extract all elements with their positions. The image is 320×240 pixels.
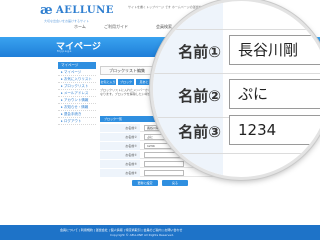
nav-item-home[interactable]: ホーム xyxy=(74,24,86,30)
sidebar-item-email[interactable]: メールアドレス xyxy=(58,90,96,97)
nav-item-guide[interactable]: ご利用ガイド xyxy=(104,24,128,30)
sidebar-item-logout[interactable]: ログアウト xyxy=(58,118,96,125)
form-label: お名前① xyxy=(100,124,140,132)
magnifier-label: 名前③ xyxy=(178,123,221,141)
sidebar-heading: マイページ xyxy=(58,62,96,69)
back-button[interactable]: 戻る xyxy=(162,180,188,186)
sidebar-item-account[interactable]: アカウント情報 xyxy=(58,97,96,104)
form-label: お名前⑥ xyxy=(100,169,140,177)
page-subtitle: Mypage xyxy=(57,49,72,53)
form-label: お名前⑤ xyxy=(100,160,140,168)
form-label: お名前② xyxy=(100,133,140,141)
magnifier-row-divider xyxy=(153,153,320,154)
form-label: お名前④ xyxy=(100,151,140,159)
magnifier-label: 名前② xyxy=(178,87,221,105)
magnifier-lens: 名前① 長谷川剛 名前② ぷに 名前③ 1234 xyxy=(150,0,320,180)
sidebar-item-favorites[interactable]: お気に入りリスト xyxy=(58,76,96,83)
logo-mark: æ xyxy=(40,3,53,18)
magnifier-row-divider xyxy=(153,29,320,30)
footer-links[interactable]: 会員について | 利用規約 | 運営会社 | 個人情報 | 特定商取引 | 会員… xyxy=(60,228,182,232)
sidebar: マイページ マイページ お気に入りリスト ブロックリスト メールアドレス アカウ… xyxy=(58,62,96,125)
update-button[interactable]: 更新に設定 xyxy=(132,180,158,186)
magnifier-name-field[interactable]: ぷに xyxy=(229,79,320,109)
tab-favorites[interactable]: お気に入り xyxy=(100,79,116,85)
magnifier-content: 名前① 長谷川剛 名前② ぷに 名前③ 1234 xyxy=(153,1,320,177)
magnifier-name-field[interactable]: 長谷川剛 xyxy=(229,35,320,65)
magnifier-row-divider xyxy=(153,73,320,74)
tab-block[interactable]: ブロック xyxy=(118,79,134,85)
logo-subtitle: 大切な出会いをお届けするサイト xyxy=(44,19,90,23)
sidebar-item-blocklist[interactable]: ブロックリスト xyxy=(58,83,96,90)
magnifier-label: 名前① xyxy=(178,43,221,61)
sidebar-item-withdraw[interactable]: 退会手続き xyxy=(58,111,96,118)
sidebar-item-mypage[interactable]: マイページ xyxy=(58,69,96,76)
footer-copyright: Copyright © AELLUNE All Rights Reserved. xyxy=(110,233,175,237)
logo-text: AELLUNE xyxy=(56,5,114,16)
form-label: お名前③ xyxy=(100,142,140,150)
site-logo[interactable]: æ AELLUNE 大切な出会いをお届けするサイト xyxy=(40,3,113,24)
site-footer: 会員について | 利用規約 | 運営会社 | 個人情報 | 特定商取引 | 会員… xyxy=(0,225,320,240)
magnifier-name-field[interactable]: 1234 xyxy=(229,115,320,145)
sidebar-item-news[interactable]: お知らせ・情報 xyxy=(58,104,96,111)
